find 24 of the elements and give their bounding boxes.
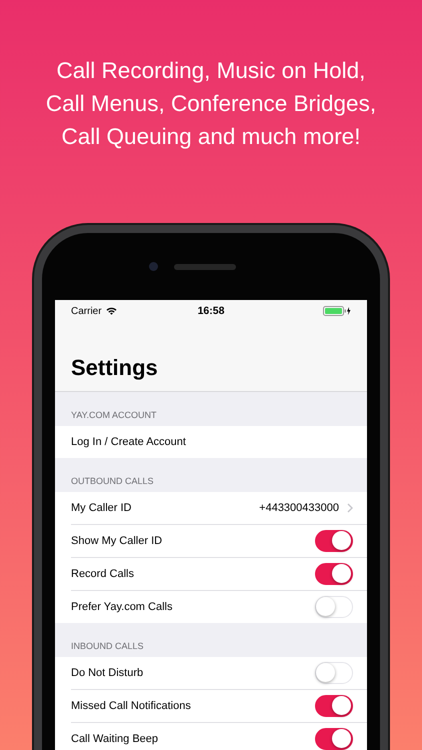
toggle-switch[interactable]: [315, 695, 353, 717]
settings-row-label: Missed Call Notifications: [71, 700, 192, 712]
caller-id-value: +443300433000: [259, 502, 339, 514]
page-title: Settings: [71, 354, 159, 381]
settings-row-label: Prefer Yay.com Calls: [71, 601, 174, 613]
speaker-grille: [174, 264, 236, 270]
toggle-switch[interactable]: [315, 563, 353, 585]
settings-row-label[interactable]: My Caller ID: [71, 502, 260, 514]
status-time: 16:58: [198, 305, 224, 317]
wifi-icon: [106, 307, 117, 315]
section-header: INBOUND CALLS: [70, 640, 145, 653]
toggle-switch[interactable]: [315, 728, 353, 750]
settings-row-label: Show My Caller ID: [71, 535, 164, 547]
settings-row-label: Do Not Disturb: [71, 667, 144, 679]
section-header: YAY.COM ACCOUNT: [70, 409, 158, 422]
settings-row-label: Record Calls: [71, 568, 135, 580]
camera-icon: [148, 262, 158, 271]
toggle-switch[interactable]: [315, 530, 353, 552]
chevron-icon: [347, 503, 353, 513]
section-header: OUTBOUND CALLS: [70, 475, 155, 488]
battery-icon: [323, 306, 352, 316]
headline: Call Recording, Music on Hold, Call Menus, Conference Bridges, Call Queuing and much more!: [44, 57, 378, 151]
carrier-label: Carrier: [71, 306, 102, 316]
settings-row-label: Call Waiting Beep: [71, 733, 160, 745]
